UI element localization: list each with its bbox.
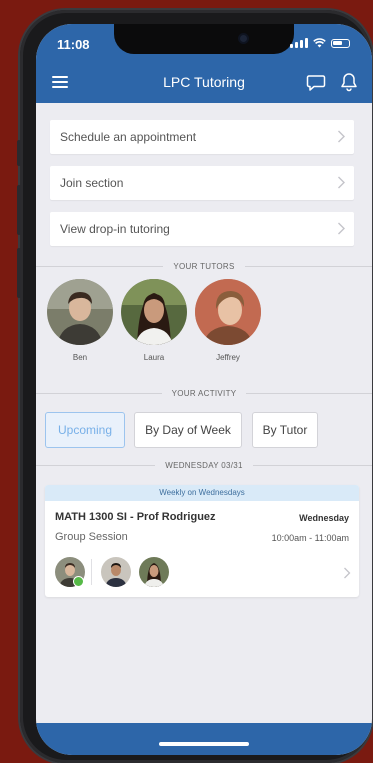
tutor-laura[interactable]: Laura — [121, 279, 187, 369]
volume-down-button — [17, 248, 21, 298]
bottom-bar — [36, 723, 372, 755]
menu-item-label: View drop-in tutoring — [60, 222, 170, 236]
main-content: Schedule an appointment Join section Vie… — [36, 103, 372, 723]
chevron-right-icon — [344, 567, 351, 579]
menu-item-label: Schedule an appointment — [60, 130, 197, 144]
check-badge-icon — [73, 576, 84, 587]
tutor-name: Jeffrey — [216, 353, 240, 362]
volume-up-button — [17, 185, 21, 235]
tab-upcoming[interactable]: Upcoming — [45, 412, 125, 448]
status-icons — [290, 38, 350, 48]
menu-item-label: Join section — [60, 176, 124, 190]
battery-icon — [331, 38, 350, 48]
date-header: WEDNESDAY 03/31 — [36, 459, 372, 471]
join-section-button[interactable]: Join section — [50, 166, 354, 200]
nav-bar: LPC Tutoring — [36, 68, 372, 98]
notch — [114, 24, 294, 54]
screen: 11:08 LPC Tutoring Schedule an appointme… — [36, 24, 372, 755]
tutor-name: Ben — [72, 353, 88, 362]
avatar — [47, 279, 113, 345]
recurrence-banner: Weekly on Wednesdays — [45, 485, 359, 501]
status-time: 11:08 — [57, 37, 90, 52]
camera — [238, 33, 249, 44]
mute-switch — [17, 140, 21, 166]
wifi-icon — [313, 38, 326, 48]
session-type: Group Session — [55, 531, 128, 543]
chevron-right-icon — [338, 222, 345, 235]
tutor-jeffrey[interactable]: Jeffrey — [195, 279, 261, 369]
avatar — [195, 279, 261, 345]
signal-icon — [290, 38, 308, 48]
attendee-avatar — [101, 557, 131, 587]
section-header-label: YOUR ACTIVITY — [171, 388, 237, 398]
avatar — [121, 279, 187, 345]
view-drop-in-tutoring-button[interactable]: View drop-in tutoring — [50, 212, 354, 246]
attendee-avatar — [139, 557, 169, 587]
tutor-ben[interactable]: Ben — [47, 279, 113, 369]
session-card[interactable]: Weekly on Wednesdays MATH 1300 SI - Prof… — [45, 485, 359, 597]
section-header-label: YOUR TUTORS — [173, 261, 235, 271]
date-header-label: WEDNESDAY 03/31 — [165, 460, 243, 470]
session-day: Wednesday — [299, 513, 349, 523]
phone-frame: 11:08 LPC Tutoring Schedule an appointme… — [17, 10, 372, 763]
app-header: 11:08 LPC Tutoring — [36, 24, 372, 103]
tab-by-tutor[interactable]: By Tutor — [252, 412, 318, 448]
tutor-name: Laura — [143, 353, 165, 362]
schedule-appointment-button[interactable]: Schedule an appointment — [50, 120, 354, 154]
chat-icon[interactable] — [306, 74, 326, 92]
home-indicator[interactable] — [159, 742, 249, 746]
tab-by-day-of-week[interactable]: By Day of Week — [134, 412, 242, 448]
chevron-right-icon — [338, 130, 345, 143]
your-tutors-header: YOUR TUTORS — [36, 260, 372, 272]
bell-icon[interactable] — [340, 72, 358, 92]
session-time: 10:00am - 11:00am — [271, 533, 349, 543]
divider — [91, 559, 92, 585]
session-title: MATH 1300 SI - Prof Rodriguez — [55, 511, 216, 523]
chevron-right-icon — [338, 176, 345, 189]
your-activity-header: YOUR ACTIVITY — [36, 387, 372, 399]
